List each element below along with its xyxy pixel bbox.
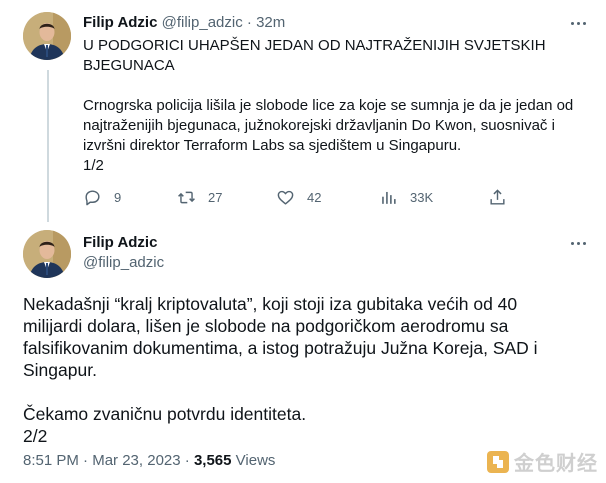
tweet-body-line: falsifikovanim dokumentima, a istog potr… xyxy=(23,338,538,358)
more-options-icon[interactable] xyxy=(568,13,588,33)
avatar-image xyxy=(23,12,71,60)
like-count: 42 xyxy=(307,189,322,205)
watermark: 金色财经 xyxy=(486,447,598,476)
views-button[interactable]: 33K xyxy=(379,186,433,208)
tweet-body-line: Čekamo zvaničnu potvrdu identiteta. xyxy=(23,404,307,424)
tweet-headline-line: U PODGORICI UHAPŠEN JEDAN OD NAJTRAŽENIJ… xyxy=(83,37,546,54)
views-label: Views xyxy=(235,452,276,469)
retweet-button[interactable]: 27 xyxy=(177,186,222,208)
tweet-body-line: milijardi dolara, lišen je slobode na po… xyxy=(23,316,509,336)
more-options-icon[interactable] xyxy=(568,233,588,253)
tweet-body-line: najtraženijih bjegunaca, južnokorejski d… xyxy=(83,117,555,134)
avatar[interactable] xyxy=(23,230,71,278)
tweet-metadata: 8:51 PM · Mar 23, 2023 · 3,565 Views xyxy=(23,452,276,469)
tweet-headline-line: BJEGUNACA xyxy=(83,57,175,74)
views-count: 3,565 xyxy=(193,452,232,469)
tweet-text: U PODGORICI UHAPŠEN JEDAN OD NAJTRAŽENIJ… xyxy=(83,36,593,176)
retweet-icon xyxy=(178,191,195,203)
author-handle[interactable]: @filip_adzic xyxy=(83,253,164,273)
tweet-header: Filip Adzic @filip_adzic · 32m xyxy=(83,13,285,33)
author-handle[interactable]: @filip_adzic xyxy=(162,14,243,31)
tweet-text: Nekadašnji “kralj kriptovaluta”, koji st… xyxy=(23,293,593,447)
reply-icon xyxy=(85,189,100,205)
author-name[interactable]: Filip Adzic xyxy=(83,233,157,253)
tweet-body-line: 2/2 xyxy=(23,426,48,446)
avatar-image xyxy=(23,230,71,278)
heart-icon xyxy=(277,190,294,205)
watermark-logo-icon xyxy=(487,450,509,473)
reply-button[interactable]: 9 xyxy=(83,186,121,208)
author-name[interactable]: Filip Adzic xyxy=(83,14,157,31)
reply-count: 9 xyxy=(114,189,122,205)
tweet-time[interactable]: 32m xyxy=(256,14,285,31)
tweet-body-line: 1/2 xyxy=(83,157,104,174)
avatar[interactable] xyxy=(23,12,71,60)
share-button[interactable] xyxy=(488,186,507,208)
analytics-icon xyxy=(382,191,396,204)
tweet-time[interactable]: 8:51 PM xyxy=(23,452,79,469)
views-count: 33K xyxy=(410,189,434,205)
tweet-date[interactable]: Mar 23, 2023 xyxy=(92,452,180,469)
thread-connector-line xyxy=(47,70,49,222)
share-icon xyxy=(490,188,505,205)
tweet-body-line: Nekadašnji “kralj kriptovaluta”, koji st… xyxy=(23,294,518,314)
tweet-body-line: Crnogrska policija lišila je slobode lic… xyxy=(83,97,574,114)
like-button[interactable]: 42 xyxy=(276,186,321,208)
tweet-actions: 9 27 42 33K xyxy=(83,186,513,208)
watermark-text: 金色财经 xyxy=(514,453,598,475)
retweet-count: 27 xyxy=(208,189,223,205)
tweet-body-line: Singapur. xyxy=(23,360,97,380)
tweet-body-line: izvršni direktor Terraform Labs sa sjedi… xyxy=(83,137,462,154)
dot-separator: · xyxy=(246,14,252,31)
